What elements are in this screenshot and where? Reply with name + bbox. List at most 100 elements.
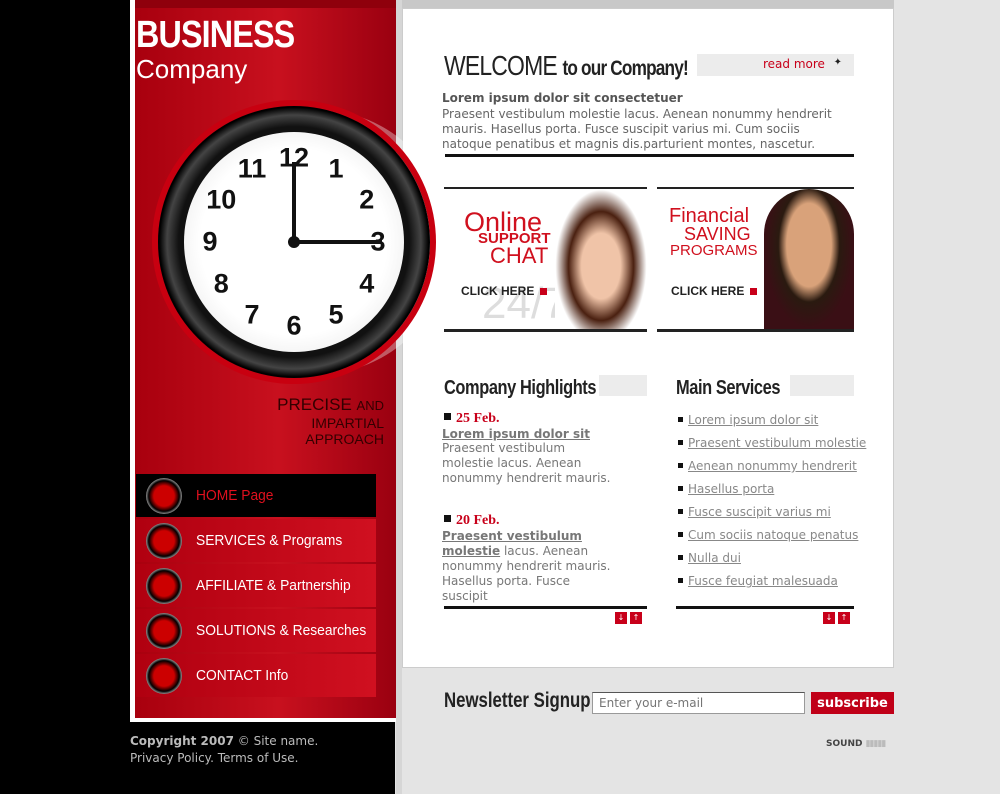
copyright: Copyright 2007 © Site name.	[130, 734, 318, 748]
banner-title: Financial	[669, 205, 750, 227]
sound-label: SOUND	[826, 739, 863, 749]
welcome-big: WELCOME	[444, 50, 558, 81]
handshake-circle-icon	[146, 567, 182, 604]
copyright-year: Copyright 2007	[130, 734, 234, 748]
support-agent-photo	[555, 189, 647, 329]
scroll-down-button[interactable]: ↓	[615, 612, 627, 624]
service-link[interactable]: Praesent vestibulum molestie	[688, 436, 866, 450]
wrench-circle-icon	[146, 522, 182, 559]
bullet-icon	[678, 578, 683, 583]
divider	[444, 606, 647, 609]
clock-number: 5	[328, 299, 344, 330]
services-title: Main Services	[676, 377, 781, 399]
service-link[interactable]: Fusce suscipit varius mi	[688, 505, 831, 519]
divider	[676, 606, 854, 609]
clock-number: 7	[244, 299, 260, 330]
service-link[interactable]: Fusce feugiat malesuada	[688, 574, 838, 588]
newsletter-label: Newsletter Signup:	[444, 689, 597, 712]
minute-hand	[294, 240, 382, 244]
read-more-button[interactable]: read more ✦	[697, 54, 854, 76]
nav-item[interactable]: SOLUTIONS & Researches	[136, 609, 376, 652]
highlight-date: 20 Feb.	[456, 513, 500, 528]
clock-number: 8	[213, 268, 229, 299]
clock-face: 121234567891011	[184, 132, 404, 352]
nav-item-label: HOME Page	[196, 487, 274, 504]
click-here-link[interactable]: CLICK HERE	[671, 284, 758, 298]
banner-programs: PROGRAMS	[670, 242, 758, 259]
service-item: Hasellus porta	[678, 482, 774, 496]
service-item: Fusce feugiat malesuada	[678, 574, 838, 588]
square-icon	[750, 288, 758, 295]
highlight-item: 25 Feb. Lorem ipsum dolor sit Praesent v…	[442, 411, 617, 486]
bullet-icon	[678, 532, 683, 537]
sound-toggle[interactable]: SOUND ▮▮▮▮▮	[826, 739, 887, 749]
intro-text: Praesent vestibulum molestie lacus. Aene…	[442, 107, 832, 151]
financial-programs-banner[interactable]: Financial SAVING PROGRAMS CLICK HERE	[657, 187, 854, 332]
email-input[interactable]	[592, 692, 805, 714]
service-link[interactable]: Aenean nonummy hendrerit	[688, 459, 857, 473]
click-here-link[interactable]: CLICK HERE	[461, 284, 548, 298]
bullet-icon	[678, 440, 683, 445]
service-item: Nulla dui	[678, 551, 741, 565]
scroll-down-button[interactable]: ↓	[823, 612, 835, 624]
clock-number: 2	[359, 184, 375, 215]
highlight-link[interactable]: Lorem ipsum dolor sit	[442, 427, 617, 441]
service-link[interactable]: Lorem ipsum dolor sit	[688, 413, 818, 427]
click-here-label: CLICK HERE	[461, 284, 535, 298]
click-here-label: CLICK HERE	[671, 284, 745, 298]
service-item: Fusce suscipit varius mi	[678, 505, 831, 519]
bullet-icon	[678, 509, 683, 514]
service-link[interactable]: Hasellus porta	[688, 482, 774, 496]
pen-circle-icon	[146, 657, 182, 694]
bullet-icon	[444, 515, 451, 522]
online-support-banner[interactable]: Online SUPPORT 24/7 CHAT CLICK HERE	[444, 187, 647, 332]
scroll-up-button[interactable]: ↑	[630, 612, 642, 624]
intro-heading: Lorem ipsum dolor sit consectetuer	[442, 91, 683, 105]
service-item: Lorem ipsum dolor sit	[678, 413, 818, 427]
highlight-text: Praesent vestibulum molestie lacus. Aene…	[442, 441, 611, 485]
sidebar-top-strip	[135, 0, 396, 8]
service-item: Aenean nonummy hendrerit	[678, 459, 857, 473]
tagline-and: AND	[356, 398, 384, 413]
nav-item[interactable]: CONTACT Info	[136, 654, 376, 697]
nav-item[interactable]: HOME Page	[136, 474, 376, 517]
site-name: © Site name.	[237, 734, 319, 748]
top-strip	[402, 0, 894, 8]
arrow-right-icon: ✦	[833, 57, 842, 68]
nav-item-label: AFFILIATE & Partnership	[196, 577, 351, 594]
clock-number: 9	[202, 226, 218, 257]
welcome-small: to our Company!	[562, 57, 688, 80]
nav-item[interactable]: AFFILIATE & Partnership	[136, 564, 376, 607]
nav-item-label: SERVICES & Programs	[196, 532, 343, 549]
clock-number: 10	[206, 184, 237, 215]
square-icon	[540, 288, 548, 295]
scroll-up-button[interactable]: ↑	[838, 612, 850, 624]
bullet-icon	[678, 463, 683, 468]
service-link[interactable]: Nulla dui	[688, 551, 741, 565]
bullet-icon	[444, 413, 451, 420]
banner-chat: CHAT	[490, 243, 549, 268]
tagline-precise: PRECISE	[277, 395, 352, 414]
clock-center	[288, 236, 300, 248]
tagline-approach: APPROACH	[305, 431, 384, 447]
subscribe-button[interactable]: subscribe	[811, 692, 894, 714]
title-decoration	[790, 375, 854, 396]
hour-hand	[292, 162, 296, 242]
highlights-title: Company Highlights	[444, 377, 597, 399]
bullet-icon	[678, 417, 683, 422]
bullet-icon	[678, 555, 683, 560]
logo-business: BUSINESS	[136, 14, 295, 56]
clock-number: 1	[328, 153, 344, 184]
businessman-photo	[764, 189, 854, 329]
title-decoration	[599, 375, 647, 396]
service-item: Cum sociis natoque penatus	[678, 528, 858, 542]
arrow-circle-icon	[146, 477, 182, 514]
tagline-impartial: IMPARTIAL	[311, 415, 384, 431]
nav-item-label: CONTACT Info	[196, 667, 289, 684]
service-link[interactable]: Cum sociis natoque penatus	[688, 528, 858, 542]
divider	[445, 154, 854, 157]
equalizer-icon: ▮▮▮▮▮	[865, 739, 887, 749]
footer-links[interactable]: Privacy Policy. Terms of Use.	[130, 751, 298, 765]
nav-item-label: SOLUTIONS & Researches	[196, 622, 367, 639]
nav-item[interactable]: SERVICES & Programs	[136, 519, 376, 562]
